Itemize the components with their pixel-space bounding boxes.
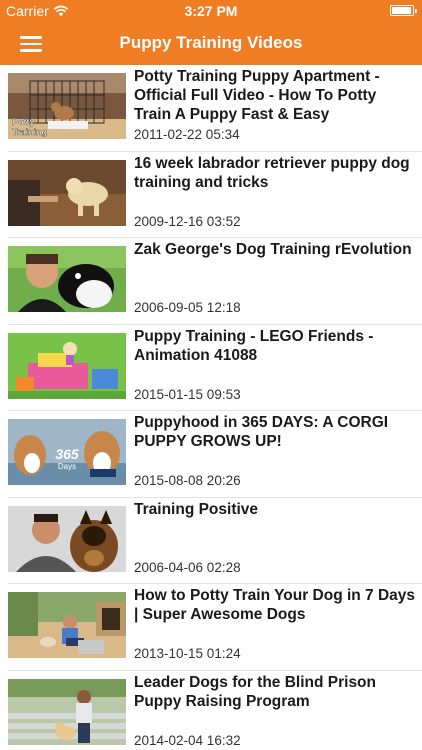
- video-list: Potty Training Potty Training Puppy Apar…: [0, 65, 422, 750]
- page-title: Puppy Training Videos: [119, 33, 303, 52]
- video-date: 2011-02-22 05:34: [134, 127, 240, 142]
- status-bar: Carrier 3:27 PM: [0, 0, 422, 22]
- video-thumbnail[interactable]: [8, 332, 126, 399]
- video-title[interactable]: Leader Dogs for the Blind Prison Puppy R…: [134, 673, 416, 711]
- video-thumbnail[interactable]: [8, 592, 126, 658]
- video-row[interactable]: How to Potty Train Your Dog in 7 Days | …: [0, 584, 422, 671]
- video-date: 2014-02-04 16:32: [134, 732, 241, 748]
- video-date: 2006-04-06 02:28: [134, 559, 241, 575]
- video-title[interactable]: 16 week labrador retriever puppy dog tra…: [134, 154, 416, 192]
- video-date: 2015-08-08 20:26: [134, 473, 241, 488]
- video-row[interactable]: 16 week labrador retriever puppy dog tra…: [0, 152, 422, 239]
- app-header: Carrier 3:27 PM Puppy Training Videos: [0, 0, 422, 65]
- video-title[interactable]: Puppy Training - LEGO Friends - Animatio…: [134, 327, 416, 365]
- video-thumbnail[interactable]: [8, 246, 126, 312]
- video-title[interactable]: Training Positive: [134, 500, 416, 519]
- video-title[interactable]: Potty Training Puppy Apartment - Officia…: [134, 67, 416, 124]
- video-row[interactable]: Potty Training Potty Training Puppy Apar…: [0, 65, 422, 152]
- video-thumbnail[interactable]: [8, 159, 126, 226]
- thumb-caption-line2: Training: [12, 127, 47, 137]
- battery-fill: [392, 7, 411, 14]
- video-date: 2006-09-05 12:18: [134, 300, 241, 315]
- video-row[interactable]: Training Positive 2006-04-06 02:28: [0, 498, 422, 585]
- thumb-caption-line2: Days: [58, 462, 76, 471]
- video-date: 2013-10-15 01:24: [134, 646, 241, 661]
- video-row[interactable]: Zak George's Dog Training rEvolution 200…: [0, 238, 422, 325]
- video-thumbnail[interactable]: [8, 678, 126, 745]
- video-row[interactable]: Leader Dogs for the Blind Prison Puppy R…: [0, 671, 422, 750]
- video-date: 2015-01-15 09:53: [134, 386, 241, 402]
- hamburger-menu-icon[interactable]: [20, 36, 42, 52]
- thumb-caption-line1: Potty: [12, 117, 35, 127]
- video-title[interactable]: Zak George's Dog Training rEvolution: [134, 240, 416, 259]
- video-row[interactable]: Puppy Training - LEGO Friends - Animatio…: [0, 325, 422, 412]
- video-title[interactable]: Puppyhood in 365 DAYS: A CORGI PUPPY GRO…: [134, 413, 416, 451]
- status-time: 3:27 PM: [184, 3, 238, 19]
- video-date: 2009-12-16 03:52: [134, 213, 241, 229]
- video-thumbnail[interactable]: Potty Training: [8, 73, 126, 139]
- thumb-caption-line1: 365: [55, 446, 79, 462]
- video-title[interactable]: How to Potty Train Your Dog in 7 Days | …: [134, 586, 416, 624]
- nav-bar: Puppy Training Videos: [0, 22, 422, 65]
- battery-icon: [390, 5, 417, 16]
- video-thumbnail[interactable]: 365 Days: [8, 419, 126, 485]
- video-row[interactable]: 365 Days Puppyhood in 365 DAYS: A CORGI …: [0, 411, 422, 498]
- video-thumbnail[interactable]: [8, 505, 126, 572]
